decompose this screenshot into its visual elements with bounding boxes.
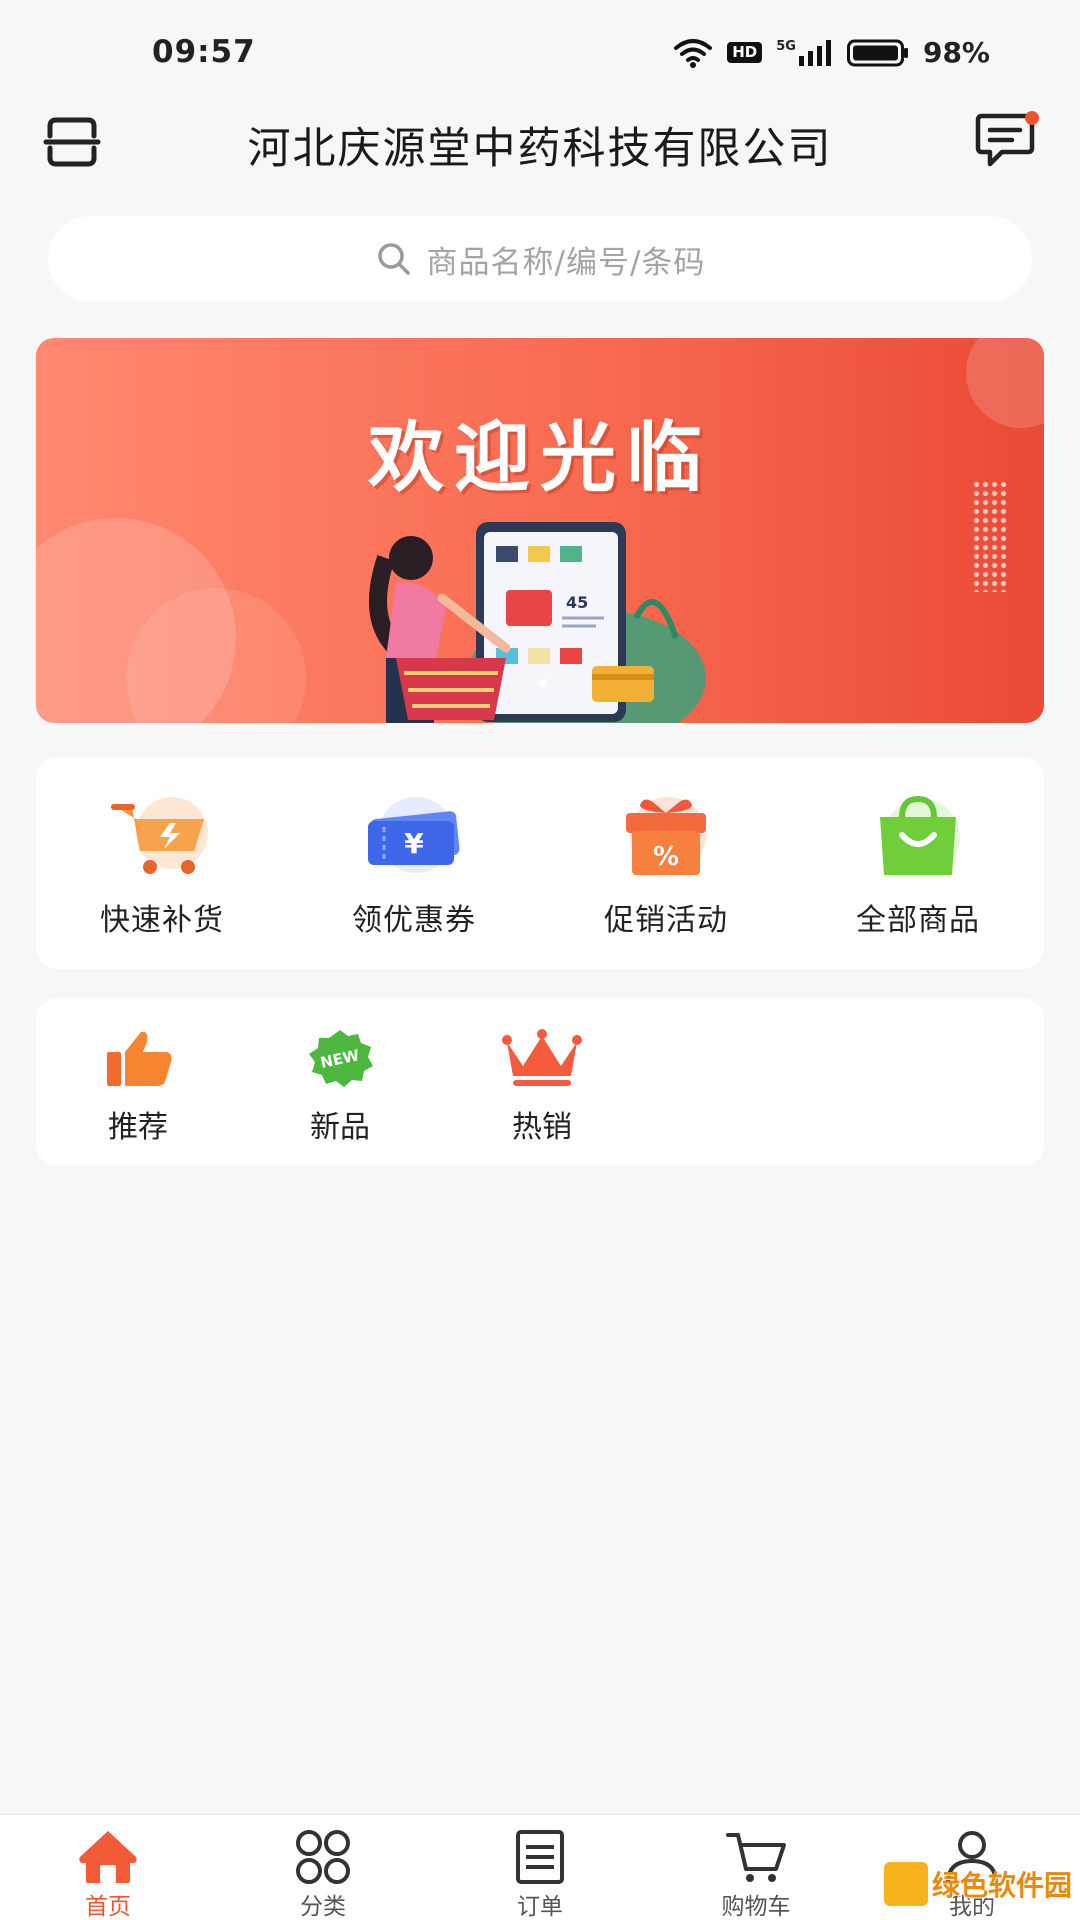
search-placeholder: 商品名称/编号/条码 [426,244,706,281]
watermark: 绿色软件园 [883,1862,1072,1906]
nav-category[interactable]: 分类 [248,1829,398,1920]
new-badge-icon: NEW [309,1030,373,1087]
unread-dot [1025,111,1039,125]
tag-recommended[interactable]: 推荐 [68,1028,208,1146]
coupon-icon: ¥ [368,797,460,873]
nav-orders[interactable]: 订单 [465,1829,615,1920]
thumbs-up-icon [107,1031,172,1086]
home-page: 09:57 HD 5G 98% 河北庆源堂中药科技有限公司 商品名称/编号/条码… [0,0,1080,1920]
battery-percent: 98% [922,36,990,69]
quick-action-label: 促销活动 [604,903,728,938]
home-icon [79,1831,137,1883]
tag-label: 新品 [310,1110,370,1145]
illustration-price: 45 [566,593,588,612]
svg-text:%: % [653,842,679,872]
nav-label: 首页 [85,1894,131,1920]
quick-action-label: 快速补货 [100,903,224,938]
quick-action-coupon[interactable]: ¥ 领优惠券 [304,795,524,939]
nav-label: 订单 [517,1894,563,1920]
page-title: 河北庆源堂中药科技有限公司 [247,124,833,174]
promo-banner[interactable]: 欢迎光临 45 [36,338,1044,723]
order-list-icon [516,1830,564,1884]
battery-icon [846,39,908,66]
tag-label: 推荐 [108,1110,168,1145]
svg-text:¥: ¥ [404,827,424,860]
message-icon[interactable] [972,110,1042,172]
watermark-text: 绿色软件园 [931,1869,1072,1902]
crown-icon [502,1029,582,1086]
tag-new[interactable]: NEW 新品 [270,1028,410,1146]
status-time: 09:57 [152,34,256,70]
nav-label: 分类 [300,1894,346,1920]
app-header: 河北庆源堂中药科技有限公司 [0,100,1080,215]
quick-action-promotions[interactable]: % 促销活动 [556,795,776,939]
search-icon [377,243,410,275]
watermark-logo-icon [883,1862,928,1906]
hd-icon: HD [727,42,763,63]
status-bar: 09:57 HD 5G 98% [0,0,1080,100]
quick-action-label: 领优惠券 [352,903,476,938]
banner-title: 欢迎光临 [368,413,712,502]
quick-action-label: 全部商品 [856,903,980,938]
scan-icon[interactable] [42,112,102,172]
wifi-icon [674,38,713,68]
tag-label: 热销 [512,1110,572,1145]
grid-icon [296,1830,350,1884]
gift-percent-icon: % [626,797,706,875]
5g-signal-icon: 5G [776,38,833,66]
cart-icon [726,1833,786,1882]
quick-action-all-products[interactable]: 全部商品 [808,795,1028,939]
nav-cart[interactable]: 购物车 [681,1829,831,1920]
nav-label: 购物车 [721,1894,791,1920]
shopping-illustration: 45 [369,522,706,723]
status-icons: HD 5G 98% [673,36,990,69]
nav-home[interactable]: 首页 [33,1829,183,1920]
carousel-indicator [539,679,547,687]
quick-actions-card: 快速补货 ¥ 领优惠券 % 促销活动 全部商品 [36,757,1044,969]
signal-label: 5G [776,38,796,54]
tag-hot-sales[interactable]: 热销 [472,1028,612,1146]
cart-bolt-icon [111,797,208,874]
quick-action-restock[interactable]: 快速补货 [52,795,272,939]
shopping-bag-icon [880,795,960,875]
tags-card: 推荐 NEW 新品 热销 [36,998,1044,1166]
search-input[interactable]: 商品名称/编号/条码 [48,216,1032,302]
